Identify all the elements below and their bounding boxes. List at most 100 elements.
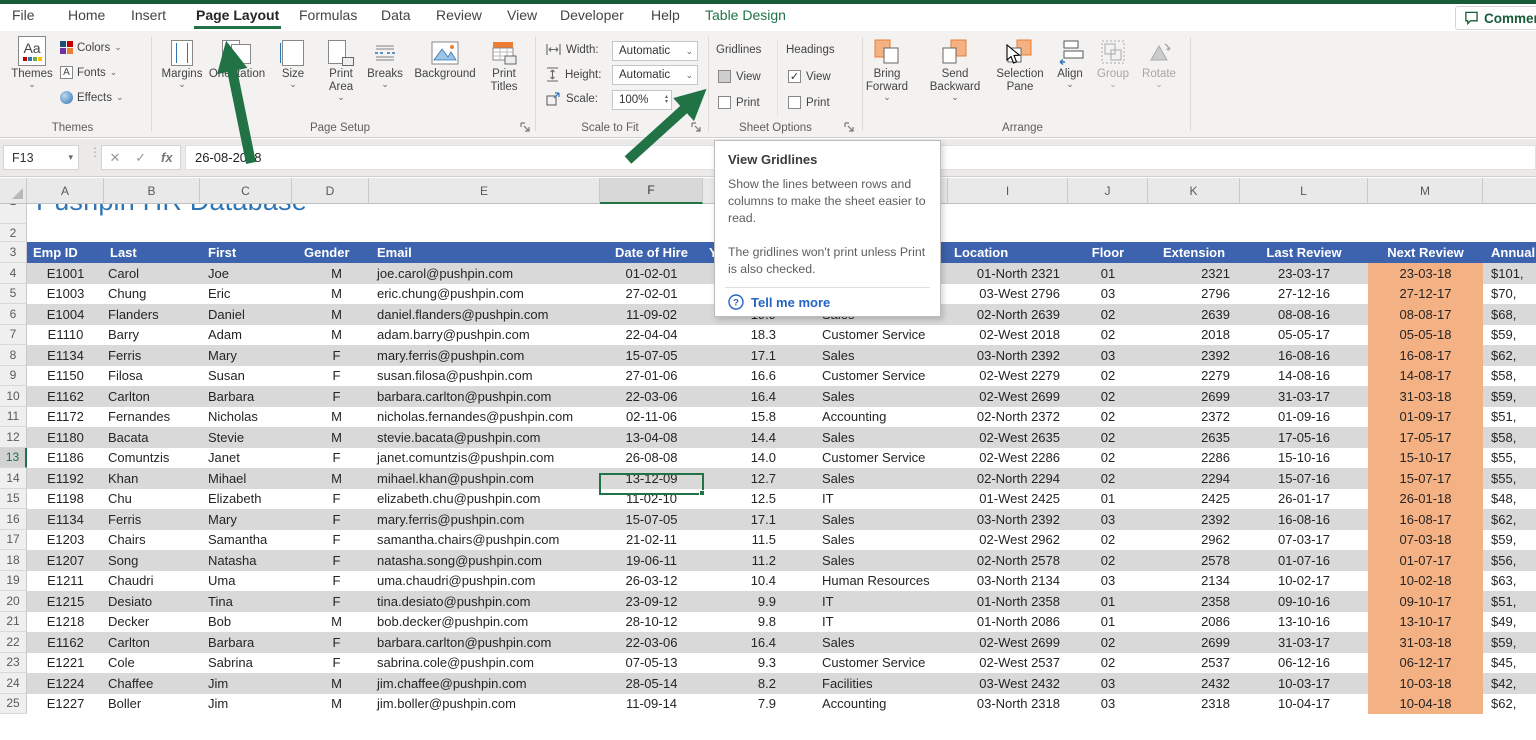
sheet-options-dialog-launcher-icon[interactable]	[843, 121, 855, 133]
cell[interactable]: E1003	[27, 283, 104, 304]
row-header-13[interactable]: 13	[0, 447, 27, 468]
enter-button[interactable]: ✓	[135, 150, 146, 166]
cell[interactable]: M	[292, 693, 369, 714]
select-all-corner[interactable]	[0, 178, 27, 204]
cell[interactable]: M	[292, 673, 369, 694]
cell[interactable]: 01	[1068, 263, 1148, 284]
table-header-cell[interactable]: Location	[948, 242, 1068, 263]
cell[interactable]: 23-09-12	[600, 591, 703, 612]
cell[interactable]: F	[292, 345, 369, 366]
row-header-19[interactable]: 19	[0, 570, 27, 591]
cell[interactable]: 15.8	[703, 406, 800, 427]
cell[interactable]: F	[292, 365, 369, 386]
cell[interactable]: Nicholas	[200, 406, 292, 427]
column-header-L[interactable]: L	[1240, 178, 1368, 204]
cell[interactable]: 03	[1068, 283, 1148, 304]
row-header-18[interactable]: 18	[0, 550, 27, 571]
cell[interactable]: jim.chaffee@pushpin.com	[369, 673, 600, 694]
cell[interactable]: Filosa	[104, 365, 200, 386]
cell[interactable]: IT	[800, 611, 948, 632]
cell[interactable]: $56,	[1483, 550, 1536, 571]
cell[interactable]: 28-10-12	[600, 611, 703, 632]
row-header-6[interactable]: 6	[0, 304, 27, 325]
cell[interactable]: 03	[1068, 570, 1148, 591]
effects-button[interactable]: Effects ⌄	[60, 91, 124, 104]
cell[interactable]: E1110	[27, 324, 104, 345]
cell[interactable]: 2635	[1148, 427, 1240, 448]
cell[interactable]: 03-North 2318	[948, 693, 1068, 714]
insert-function-button[interactable]: fx	[161, 150, 173, 165]
print-titles-button[interactable]: Print Titles	[474, 36, 534, 94]
selected-cell-border[interactable]	[599, 472, 704, 495]
cell[interactable]: 2134	[1148, 570, 1240, 591]
cell[interactable]: 01-09-16	[1240, 406, 1368, 427]
row-header-11[interactable]: 11	[0, 406, 27, 427]
row-header-24[interactable]: 24	[0, 673, 27, 694]
cell[interactable]: Carlton	[104, 386, 200, 407]
cell[interactable]: $55,	[1483, 468, 1536, 489]
cell[interactable]: Stevie	[200, 427, 292, 448]
checkbox-icon[interactable]	[718, 96, 731, 109]
cell[interactable]: Ferris	[104, 345, 200, 366]
cell[interactable]: Accounting	[800, 693, 948, 714]
cell[interactable]: F	[292, 591, 369, 612]
column-header-K[interactable]: K	[1148, 178, 1240, 204]
cell[interactable]: 9.3	[703, 652, 800, 673]
headings-view-checkbox[interactable]: ✓ View	[788, 70, 831, 83]
cell[interactable]: E1224	[27, 673, 104, 694]
cell[interactable]: uma.chaudri@pushpin.com	[369, 570, 600, 591]
cell[interactable]: F	[292, 632, 369, 653]
row-header-5[interactable]: 5	[0, 283, 27, 304]
cell[interactable]: $59,	[1483, 324, 1536, 345]
cell[interactable]: 28-05-14	[600, 673, 703, 694]
cell[interactable]: Samantha	[200, 529, 292, 550]
cell[interactable]: 07-03-18	[1368, 529, 1483, 550]
cell[interactable]: Sales	[800, 550, 948, 571]
cell[interactable]: $59,	[1483, 632, 1536, 653]
cell[interactable]: 15-07-05	[600, 345, 703, 366]
cell[interactable]: $101,	[1483, 263, 1536, 284]
cell[interactable]: 09-10-16	[1240, 591, 1368, 612]
tab-home[interactable]: Home	[68, 7, 105, 23]
cell[interactable]: 16-08-17	[1368, 345, 1483, 366]
cell[interactable]: 02	[1068, 468, 1148, 489]
cell[interactable]: E1198	[27, 488, 104, 509]
cell[interactable]: M	[292, 468, 369, 489]
cell[interactable]: E1227	[27, 693, 104, 714]
cell[interactable]: Decker	[104, 611, 200, 632]
cell[interactable]: 2294	[1148, 468, 1240, 489]
cell[interactable]: E1203	[27, 529, 104, 550]
height-dropdown[interactable]: Automatic ⌄	[612, 65, 698, 85]
cell[interactable]: 26-03-12	[600, 570, 703, 591]
cell[interactable]: 15-10-16	[1240, 447, 1368, 468]
cell[interactable]: 02	[1068, 632, 1148, 653]
cell[interactable]: 17.1	[703, 509, 800, 530]
cell[interactable]: 02-North 2372	[948, 406, 1068, 427]
cell[interactable]: elizabeth.chu@pushpin.com	[369, 488, 600, 509]
cell[interactable]: E1134	[27, 345, 104, 366]
cell[interactable]: Sales	[800, 386, 948, 407]
cell[interactable]: E1004	[27, 304, 104, 325]
orientation-button[interactable]: Orientation ⌄	[207, 36, 267, 89]
cell[interactable]: 13-10-16	[1240, 611, 1368, 632]
cell[interactable]: 15-07-05	[600, 509, 703, 530]
cell[interactable]: 31-03-17	[1240, 386, 1368, 407]
cell[interactable]: $55,	[1483, 447, 1536, 468]
scale-spinner[interactable]: 100% ▴ ▾	[612, 90, 672, 110]
cell[interactable]: F	[292, 550, 369, 571]
cell[interactable]: Chu	[104, 488, 200, 509]
cell[interactable]: F	[292, 488, 369, 509]
cell[interactable]: 01-North 2358	[948, 591, 1068, 612]
tab-table-design[interactable]: Table Design	[705, 7, 786, 23]
cell[interactable]: Sales	[800, 427, 948, 448]
cell[interactable]: 02-West 2286	[948, 447, 1068, 468]
formula-bar-grip[interactable]: ⋮	[89, 146, 101, 158]
tab-data[interactable]: Data	[381, 7, 411, 23]
tab-help[interactable]: Help	[651, 7, 680, 23]
cell[interactable]: 11-09-14	[600, 693, 703, 714]
cell[interactable]: 2286	[1148, 447, 1240, 468]
cell[interactable]: Bob	[200, 611, 292, 632]
cell[interactable]: 2321	[1148, 263, 1240, 284]
cell[interactable]: 31-03-18	[1368, 386, 1483, 407]
cell[interactable]: Sales	[800, 345, 948, 366]
